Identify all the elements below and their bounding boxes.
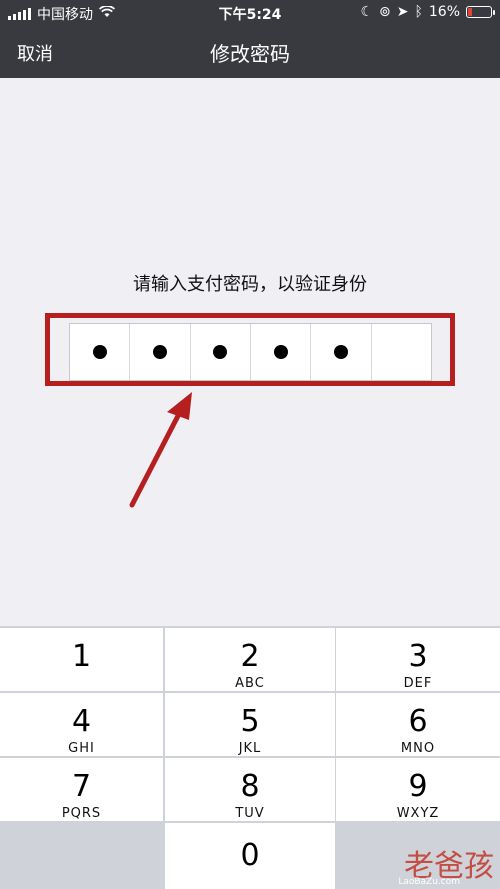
key-6[interactable]: 6 MNO <box>336 693 500 756</box>
key-digit: 1 <box>71 639 92 674</box>
key-letters: TUV <box>235 806 265 821</box>
key-8[interactable]: 8 TUV <box>165 758 335 821</box>
key-digit: 0 <box>240 838 260 873</box>
key-digit: 8 <box>240 769 260 804</box>
key-letters: JKL <box>238 741 262 756</box>
key-digit: 3 <box>408 639 428 674</box>
watermark-url: LaoBaZu.com <box>398 877 460 887</box>
key-letters: PQRS <box>61 806 102 821</box>
key-2[interactable]: 2 ABC <box>165 628 335 691</box>
key-letters: GHI <box>68 741 95 756</box>
key-letters: MNO <box>400 741 436 756</box>
key-letters: ABC <box>235 676 265 691</box>
key-9[interactable]: 9 WXYZ <box>336 758 500 821</box>
key-digit: 6 <box>408 704 428 739</box>
key-digit: 4 <box>71 704 92 739</box>
key-digit: 2 <box>240 639 260 674</box>
key-digit: 7 <box>71 769 92 804</box>
key-digit: 5 <box>240 704 260 739</box>
key-1[interactable]: 1 <box>0 628 163 691</box>
key-3[interactable]: 3 DEF <box>336 628 500 691</box>
key-letters: WXYZ <box>396 806 440 821</box>
key-5[interactable]: 5 JKL <box>165 693 335 756</box>
key-7[interactable]: 7 PQRS <box>0 758 163 821</box>
key-0[interactable]: 0 <box>165 823 335 889</box>
key-letters: DEF <box>403 676 433 691</box>
keypad-blank-key <box>0 823 163 889</box>
key-4[interactable]: 4 GHI <box>0 693 163 756</box>
key-digit: 9 <box>408 769 428 804</box>
